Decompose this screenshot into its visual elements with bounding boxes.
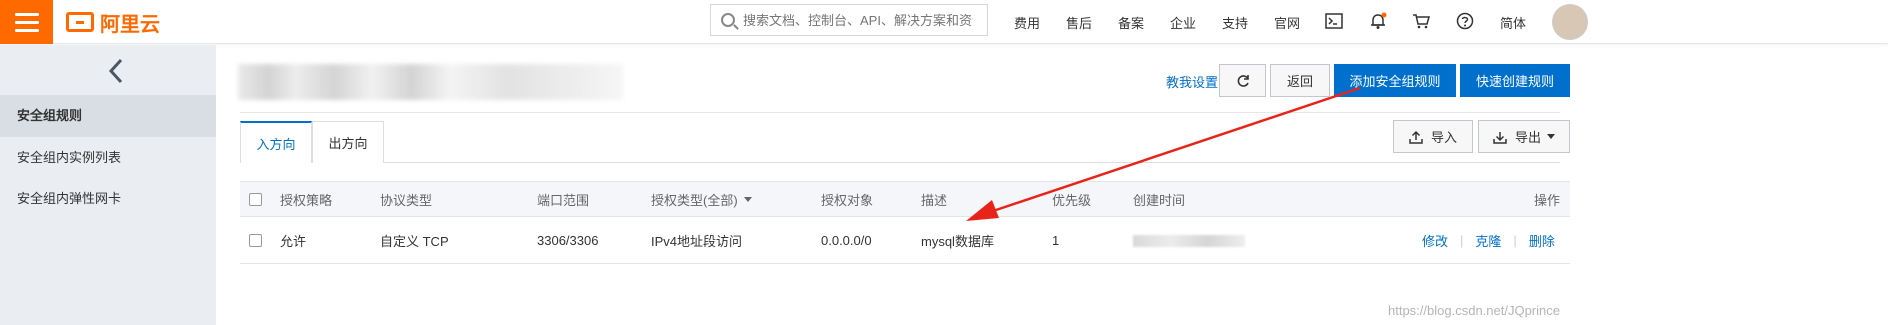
delete-link[interactable]: 删除: [1529, 231, 1555, 250]
export-label: 导出: [1514, 130, 1541, 145]
table-row: 允许 自定义 TCP 3306/3306 IPv4地址段访问 0.0.0.0/0…: [240, 218, 1570, 264]
column-header-created-time: 创建时间: [1133, 192, 1186, 208]
import-label: 导入: [1430, 130, 1457, 145]
quick-create-rule-button[interactable]: 快速创建规则: [1460, 64, 1570, 97]
table-header: 授权策略 协议类型 端口范围 授权类型(全部) 授权对象 描述 优先级 创建时间…: [240, 181, 1570, 217]
cell-created-time-redacted: [1133, 234, 1245, 247]
refresh-icon: [1237, 74, 1249, 87]
sidebar: 安全组规则 安全组内实例列表 安全组内弹性网卡: [0, 45, 216, 325]
cell-protocol: 自定义 TCP: [380, 234, 449, 249]
hamburger-menu-button[interactable]: [0, 0, 53, 44]
page-title-redacted: [238, 64, 623, 100]
nav-item-icp[interactable]: 备案: [1118, 0, 1144, 44]
cell-port-range: 3306/3306: [537, 233, 599, 248]
clone-link[interactable]: 克隆: [1475, 231, 1501, 250]
column-header-auth-type-filter[interactable]: 授权类型(全部): [651, 182, 752, 216]
sidebar-item-security-group-rules[interactable]: 安全组规则: [0, 95, 216, 137]
upload-icon: [1409, 130, 1423, 144]
tabs-divider: [384, 162, 1560, 163]
back-button[interactable]: 返回: [1270, 64, 1330, 97]
column-header-description: 描述: [921, 192, 948, 208]
sidebar-item-eni[interactable]: 安全组内弹性网卡: [0, 178, 216, 220]
nav-item-official-site[interactable]: 官网: [1274, 0, 1300, 44]
search-box[interactable]: [710, 4, 988, 36]
action-separator: |: [1513, 233, 1517, 248]
nav-item-fees[interactable]: 费用: [1014, 0, 1040, 44]
logo[interactable]: 阿里云: [66, 10, 160, 36]
export-button[interactable]: 导出: [1478, 120, 1570, 153]
add-security-group-rule-button[interactable]: 添加安全组规则: [1334, 64, 1456, 97]
cart-icon[interactable]: [1410, 10, 1432, 32]
column-header-auth-object: 授权对象: [821, 192, 874, 208]
aliyun-logo-icon: [66, 12, 94, 32]
nav-item-enterprise[interactable]: 企业: [1170, 0, 1196, 44]
tab-inbound[interactable]: 入方向: [240, 121, 312, 163]
row-checkbox[interactable]: [249, 234, 262, 247]
refresh-button[interactable]: [1219, 64, 1266, 97]
language-switch[interactable]: 简体: [1500, 0, 1526, 44]
auth-type-filter-label: 授权类型(全部): [651, 192, 738, 208]
cell-auth-type: IPv4地址段访问: [651, 234, 743, 249]
tab-outbound[interactable]: 出方向: [312, 121, 384, 163]
column-header-policy: 授权策略: [280, 192, 333, 208]
select-all-checkbox[interactable]: [249, 192, 262, 206]
guide-link[interactable]: 教我设置: [1166, 72, 1218, 91]
chevron-down-icon: [743, 196, 752, 202]
column-header-actions: 操作: [1534, 192, 1561, 208]
help-icon[interactable]: [1454, 10, 1476, 32]
column-header-protocol: 协议类型: [380, 192, 433, 208]
column-header-priority: 优先级: [1052, 192, 1092, 208]
download-icon: [1493, 131, 1507, 144]
import-button[interactable]: 导入: [1393, 120, 1473, 153]
sidebar-item-instance-list[interactable]: 安全组内实例列表: [0, 137, 216, 179]
cell-priority: 1: [1052, 233, 1060, 248]
nav-item-after-sales[interactable]: 售后: [1066, 0, 1092, 44]
back-chevron-icon[interactable]: [104, 57, 128, 85]
bell-icon[interactable]: [1367, 10, 1389, 32]
terminal-icon[interactable]: [1323, 10, 1345, 32]
column-header-port-range: 端口范围: [537, 192, 590, 208]
top-bar: 阿里云 费用 售后 备案 企业 支持 官网 简体: [0, 0, 1888, 44]
nav-item-support[interactable]: 支持: [1222, 0, 1248, 44]
cell-auth-object: 0.0.0.0/0: [821, 233, 872, 248]
logo-text: 阿里云: [100, 13, 160, 36]
user-avatar[interactable]: [1552, 4, 1588, 40]
modify-link[interactable]: 修改: [1422, 231, 1448, 250]
header-divider: [240, 112, 1560, 113]
cell-description: mysql数据库: [921, 234, 994, 249]
chevron-down-icon: [1547, 134, 1555, 139]
search-input[interactable]: [743, 12, 973, 28]
action-separator: |: [1460, 233, 1464, 248]
direction-tabs: 入方向 出方向: [240, 121, 384, 163]
cell-policy: 允许: [280, 234, 307, 249]
search-icon: [721, 13, 735, 27]
watermark: https://blog.csdn.net/JQprince: [1388, 303, 1560, 318]
